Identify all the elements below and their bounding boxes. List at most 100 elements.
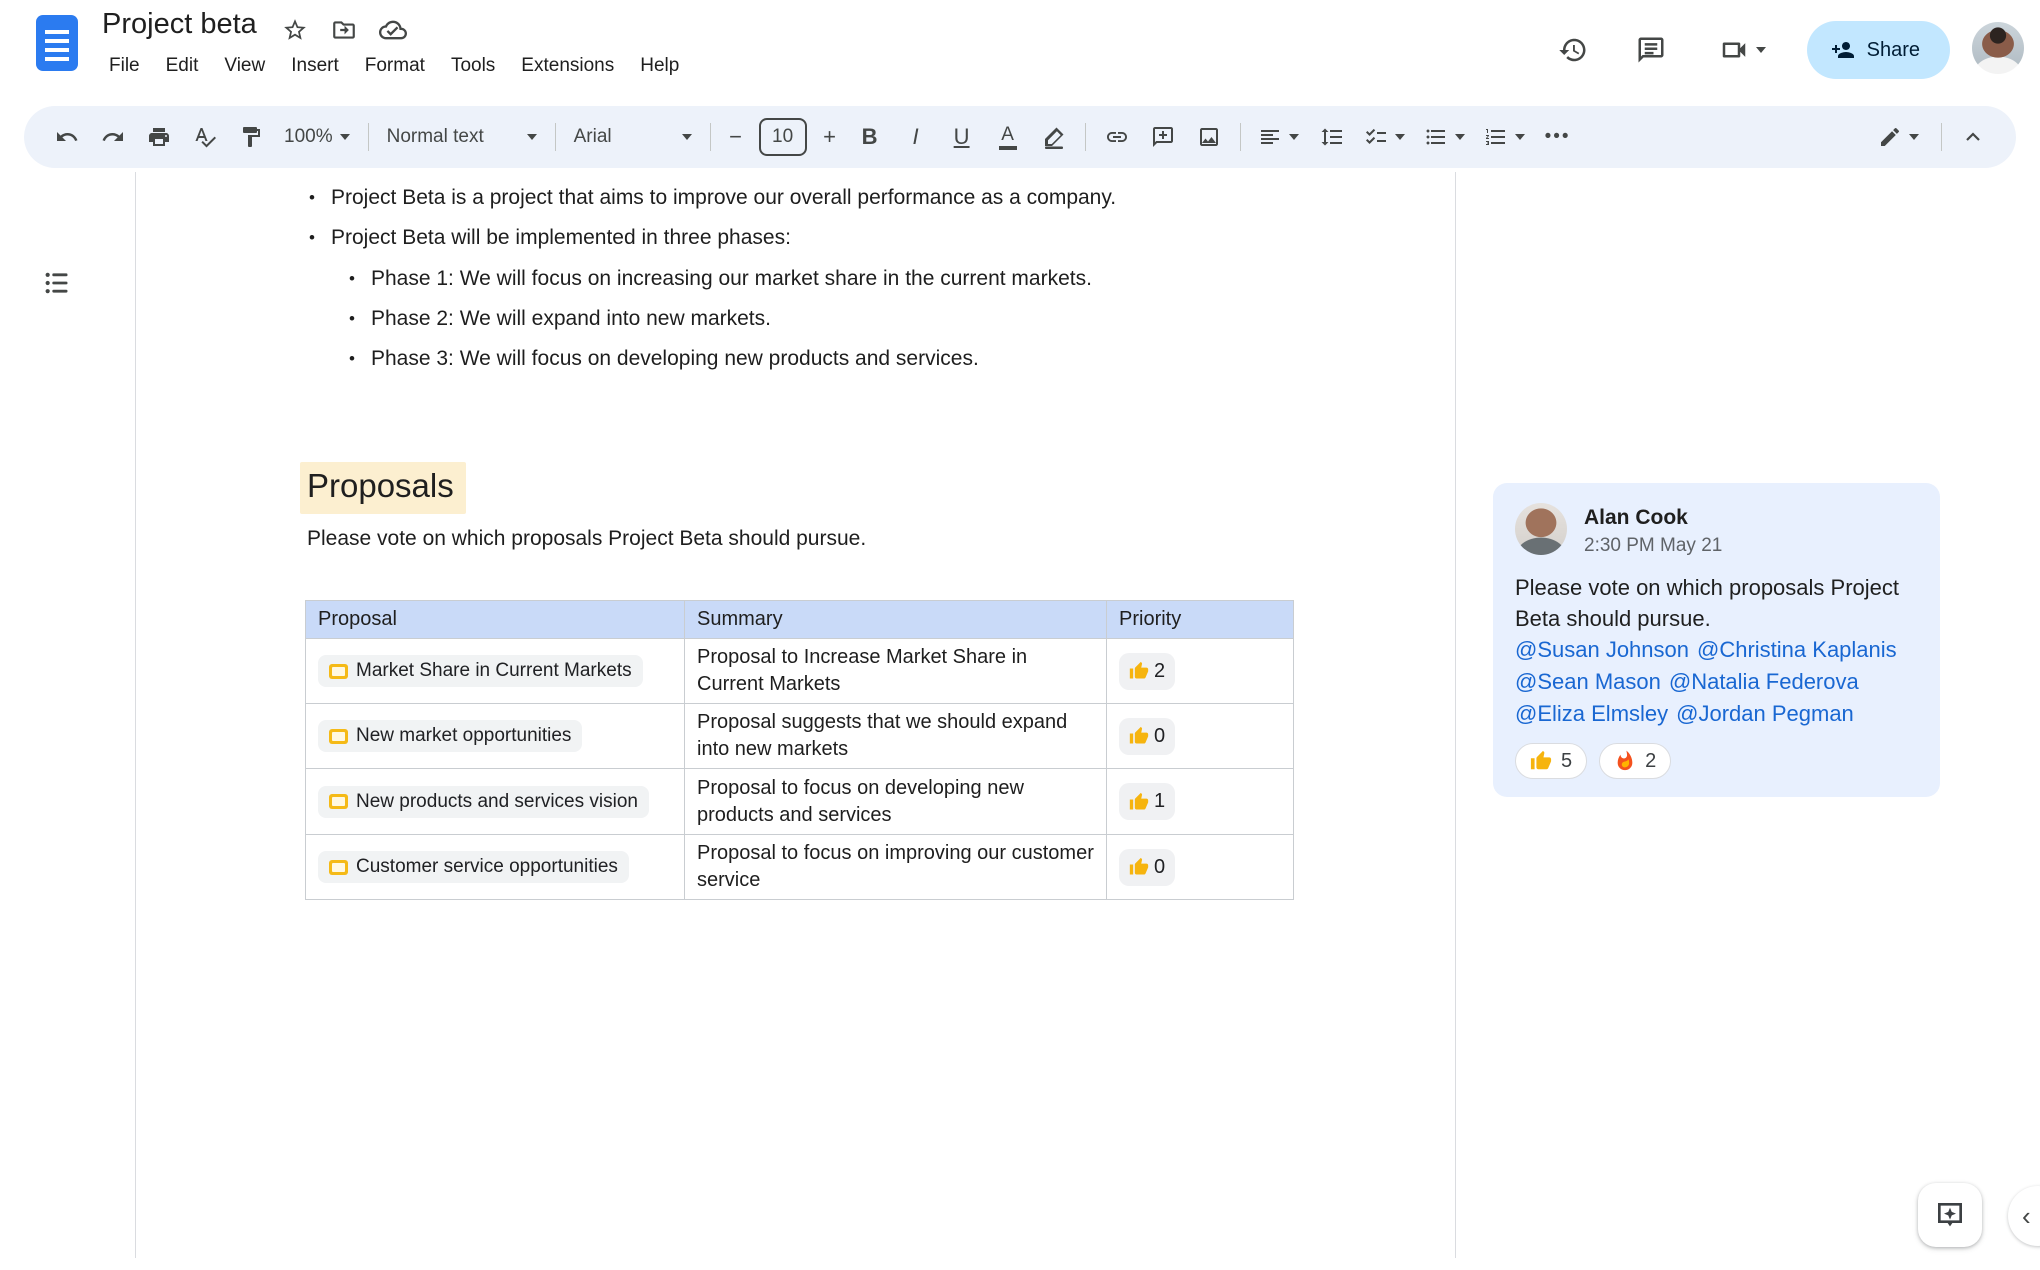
thumbs-up-icon bbox=[1129, 792, 1149, 809]
editing-mode-button[interactable] bbox=[1863, 114, 1933, 160]
fire-reaction[interactable]: 2 bbox=[1599, 743, 1672, 779]
vote-pill[interactable]: 1 bbox=[1119, 783, 1176, 820]
hide-menus-button[interactable] bbox=[1950, 114, 1996, 160]
menu-file[interactable]: File bbox=[96, 52, 153, 80]
heading-comment-highlight[interactable]: Proposals bbox=[300, 462, 466, 514]
chevron-left-icon: ‹ bbox=[2022, 1200, 2031, 1231]
proposal-chip[interactable]: New products and services vision bbox=[318, 785, 649, 818]
mention-link[interactable]: @Christina Kaplanis bbox=[1697, 637, 1897, 662]
add-comment-button[interactable] bbox=[1140, 114, 1186, 160]
comments-icon[interactable] bbox=[1623, 22, 1679, 78]
share-label: Share bbox=[1866, 38, 1920, 61]
move-to-folder-icon[interactable] bbox=[330, 16, 358, 44]
line-spacing-button[interactable] bbox=[1309, 114, 1355, 160]
mention-link[interactable]: @Sean Mason bbox=[1515, 669, 1661, 694]
menu-view[interactable]: View bbox=[211, 52, 278, 80]
comment-author-name: Alan Cook bbox=[1584, 506, 1688, 529]
col-header-proposal[interactable]: Proposal bbox=[305, 600, 685, 639]
document-outline-icon[interactable] bbox=[40, 266, 74, 300]
table-row: Market Share in Current Markets Proposal… bbox=[305, 638, 1294, 704]
checklist-button[interactable] bbox=[1355, 114, 1415, 160]
decrease-font-size-button[interactable]: − bbox=[719, 114, 753, 160]
proposal-chip-icon bbox=[329, 794, 348, 809]
comment-mentions: @Susan Johnson @Christina Kaplanis @Sean … bbox=[1515, 634, 1918, 730]
proposal-chip[interactable]: Customer service opportunities bbox=[318, 851, 629, 883]
mention-link[interactable]: @Eliza Elmsley bbox=[1515, 701, 1668, 726]
print-button[interactable] bbox=[136, 114, 182, 160]
col-header-priority[interactable]: Priority bbox=[1106, 600, 1294, 639]
collapse-panel-button[interactable]: ‹ bbox=[2008, 1186, 2040, 1246]
underline-button[interactable]: U bbox=[939, 114, 985, 160]
undo-button[interactable] bbox=[44, 114, 90, 160]
proposal-chip-icon bbox=[329, 663, 348, 679]
intro-paragraph[interactable]: Please vote on which proposals Project B… bbox=[307, 527, 866, 551]
bold-button[interactable]: B bbox=[847, 114, 893, 160]
doc-sub-bullet-1[interactable]: • Phase 1: We will focus on increasing ou… bbox=[349, 265, 1092, 292]
version-history-icon[interactable] bbox=[1545, 22, 1601, 78]
mention-link[interactable]: @Susan Johnson bbox=[1515, 637, 1689, 662]
table-row: New products and services vision Proposa… bbox=[305, 768, 1294, 835]
increase-font-size-button[interactable]: + bbox=[813, 114, 847, 160]
table-header-row: Proposal Summary Priority bbox=[305, 600, 1294, 639]
doc-sub-bullet-3[interactable]: • Phase 3: We will focus on developing ne… bbox=[349, 345, 979, 372]
summary-cell[interactable]: Proposal to Increase Market Share in Cur… bbox=[684, 638, 1107, 704]
join-call-button[interactable] bbox=[1701, 22, 1785, 78]
formatting-toolbar: 100% Normal text Arial − 10 + B I U A ••… bbox=[24, 106, 2016, 168]
thumbs-up-icon bbox=[1129, 857, 1149, 875]
gemini-sparkle-icon bbox=[1938, 1203, 1962, 1227]
proposal-chip-icon bbox=[329, 859, 348, 875]
menu-format[interactable]: Format bbox=[352, 52, 438, 80]
doc-bullet-2[interactable]: • Project Beta will be implemented in thr… bbox=[309, 224, 791, 251]
gemini-ask-button[interactable] bbox=[1918, 1183, 1982, 1247]
highlight-color-button[interactable] bbox=[1031, 114, 1077, 160]
summary-cell[interactable]: Proposal to focus on developing new prod… bbox=[684, 768, 1107, 835]
comment-card[interactable]: Alan Cook 2:30 PM May 21 Please vote on … bbox=[1493, 483, 1940, 797]
font-family-select[interactable]: Arial bbox=[564, 114, 702, 160]
page-right-edge bbox=[1455, 172, 1456, 1258]
mention-link[interactable]: @Jordan Pegman bbox=[1676, 701, 1854, 726]
insert-image-button[interactable] bbox=[1186, 114, 1232, 160]
menu-extensions[interactable]: Extensions bbox=[508, 52, 627, 80]
paint-format-button[interactable] bbox=[228, 114, 274, 160]
comment-body: Please vote on which proposals Project B… bbox=[1515, 575, 1899, 631]
menu-edit[interactable]: Edit bbox=[153, 52, 212, 80]
menu-tools[interactable]: Tools bbox=[438, 52, 508, 80]
doc-bullet-1[interactable]: • Project Beta is a project that aims to … bbox=[309, 184, 1116, 211]
menu-help[interactable]: Help bbox=[627, 52, 692, 80]
thumbs-up-reaction[interactable]: 5 bbox=[1515, 743, 1588, 779]
thumbs-up-icon bbox=[1129, 726, 1149, 744]
text-color-button[interactable]: A bbox=[985, 114, 1031, 160]
proposal-chip-icon bbox=[329, 728, 348, 744]
vote-pill[interactable]: 0 bbox=[1119, 717, 1176, 755]
italic-button[interactable]: I bbox=[893, 114, 939, 160]
cloud-saved-icon[interactable] bbox=[379, 16, 407, 44]
doc-sub-bullet-2[interactable]: • Phase 2: We will expand into new market… bbox=[349, 305, 771, 332]
align-button[interactable] bbox=[1249, 114, 1309, 160]
redo-button[interactable] bbox=[90, 114, 136, 160]
mention-link[interactable]: @Natalia Federova bbox=[1669, 669, 1859, 694]
summary-cell[interactable]: Proposal suggests that we should expand … bbox=[684, 703, 1107, 769]
document-title[interactable]: Project beta bbox=[102, 8, 257, 41]
insert-link-button[interactable] bbox=[1094, 114, 1140, 160]
account-avatar[interactable] bbox=[1972, 22, 2024, 74]
more-options-button[interactable]: ••• bbox=[1535, 114, 1581, 160]
vote-pill[interactable]: 2 bbox=[1119, 652, 1176, 690]
zoom-select[interactable]: 100% bbox=[274, 114, 360, 160]
spellcheck-button[interactable] bbox=[182, 114, 228, 160]
proposal-chip[interactable]: Market Share in Current Markets bbox=[318, 655, 643, 687]
call-dropdown-caret[interactable] bbox=[1756, 47, 1767, 53]
font-size-input[interactable]: 10 bbox=[758, 118, 807, 156]
menu-insert[interactable]: Insert bbox=[278, 52, 352, 80]
col-header-summary[interactable]: Summary bbox=[684, 600, 1107, 639]
share-button[interactable]: Share bbox=[1806, 21, 1950, 79]
proposal-chip[interactable]: New market opportunities bbox=[318, 720, 583, 752]
proposals-table: Proposal Summary Priority Market Share i… bbox=[305, 600, 1294, 900]
vote-pill[interactable]: 0 bbox=[1119, 848, 1176, 886]
paragraph-style-select[interactable]: Normal text bbox=[377, 114, 547, 160]
bulleted-list-button[interactable] bbox=[1415, 114, 1475, 160]
google-docs-window: Project beta File Edit View Insert Forma… bbox=[0, 0, 2040, 1270]
docs-logo-icon[interactable] bbox=[36, 15, 78, 71]
star-icon[interactable] bbox=[281, 16, 309, 44]
numbered-list-button[interactable] bbox=[1475, 114, 1535, 160]
summary-cell[interactable]: Proposal to focus on improving our custo… bbox=[684, 834, 1107, 900]
